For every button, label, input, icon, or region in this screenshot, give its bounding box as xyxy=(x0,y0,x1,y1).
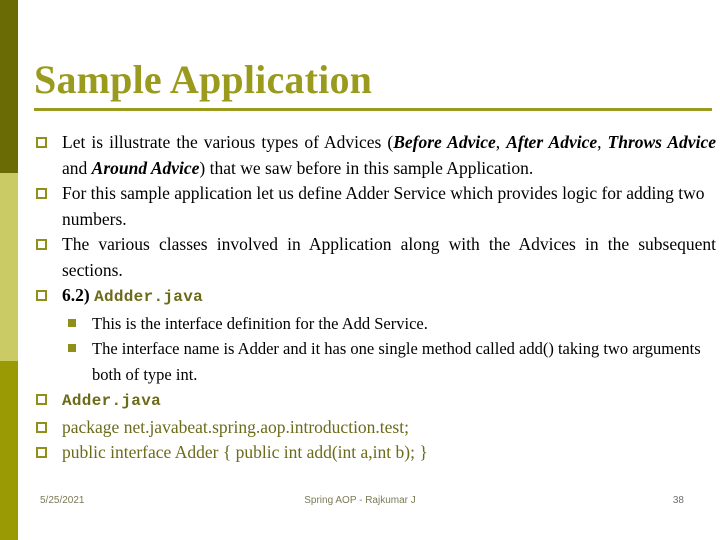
solid-square-bullet-icon xyxy=(68,344,76,352)
hollow-square-bullet-icon xyxy=(36,239,47,250)
bullet-text-segment: and xyxy=(62,157,92,178)
bullet-text-segment: Around Advice xyxy=(91,157,200,178)
bullet-text-segment: , xyxy=(495,132,507,152)
code-bullet-item: Adder.java xyxy=(34,387,716,415)
bullet-text-segment: Throws Advice xyxy=(607,132,716,152)
code-filename: Adder.java xyxy=(62,392,162,410)
code-bullet-item: package net.javabeat.spring.aop.introduc… xyxy=(34,415,716,441)
bullet-item-section-heading: 6.2) Addder.java xyxy=(34,283,716,311)
sub-bullet-item: This is the interface definition for the… xyxy=(62,311,716,337)
solid-square-bullet-icon xyxy=(68,318,76,327)
bullet-text-segment: ) that we saw before in this sample Appl… xyxy=(199,157,534,178)
decorative-sidebar xyxy=(0,0,18,540)
slide: Sample Application Let is illustrate the… xyxy=(0,0,720,540)
bullet-text-segment: Before Advice xyxy=(393,132,496,152)
bullet-text-segment: Let is illustrate the various types of A… xyxy=(62,132,394,152)
hollow-square-bullet-icon xyxy=(36,394,47,405)
sub-bullet-text: The interface name is Adder and it has o… xyxy=(92,339,701,384)
bullet-text: For this sample application let us defin… xyxy=(62,183,705,229)
code-line-package: package net.javabeat.spring.aop.introduc… xyxy=(62,416,409,437)
sub-bullet-item: The interface name is Adder and it has o… xyxy=(62,336,716,387)
bullet-item: The various classes involved in Applicat… xyxy=(34,232,716,283)
sidebar-band-top xyxy=(0,0,18,173)
bullet-text-segment: , xyxy=(597,132,608,152)
page-title: Sample Application xyxy=(34,57,373,102)
slide-footer: 5/25/2021 Spring AOP - Rajkumar J 38 xyxy=(0,495,720,513)
slide-body: Let is illustrate the various types of A… xyxy=(34,130,716,466)
section-number: 6.2) xyxy=(62,285,95,305)
bullet-text: The various classes involved in Applicat… xyxy=(62,234,716,280)
bullet-item: For this sample application let us defin… xyxy=(34,181,716,232)
hollow-square-bullet-icon xyxy=(36,421,47,433)
hollow-square-bullet-icon xyxy=(36,188,47,199)
hollow-square-bullet-icon xyxy=(36,290,47,301)
bullet-text-segment: After Advice xyxy=(506,132,598,152)
sidebar-band-bottom xyxy=(0,361,18,540)
hollow-square-bullet-icon xyxy=(36,447,47,458)
title-underline-rule xyxy=(34,108,712,111)
sub-bullet-text: This is the interface definition for the… xyxy=(92,313,428,333)
sidebar-band-middle xyxy=(0,173,18,361)
hollow-square-bullet-icon xyxy=(36,137,47,148)
bullet-item: Let is illustrate the various types of A… xyxy=(34,130,716,181)
section-filename: Addder.java xyxy=(94,288,203,306)
code-bullet-item: public interface Adder { public int add(… xyxy=(34,440,716,466)
footer-page-number: 38 xyxy=(672,495,684,506)
code-line-interface: public interface Adder { public int add(… xyxy=(62,442,428,462)
